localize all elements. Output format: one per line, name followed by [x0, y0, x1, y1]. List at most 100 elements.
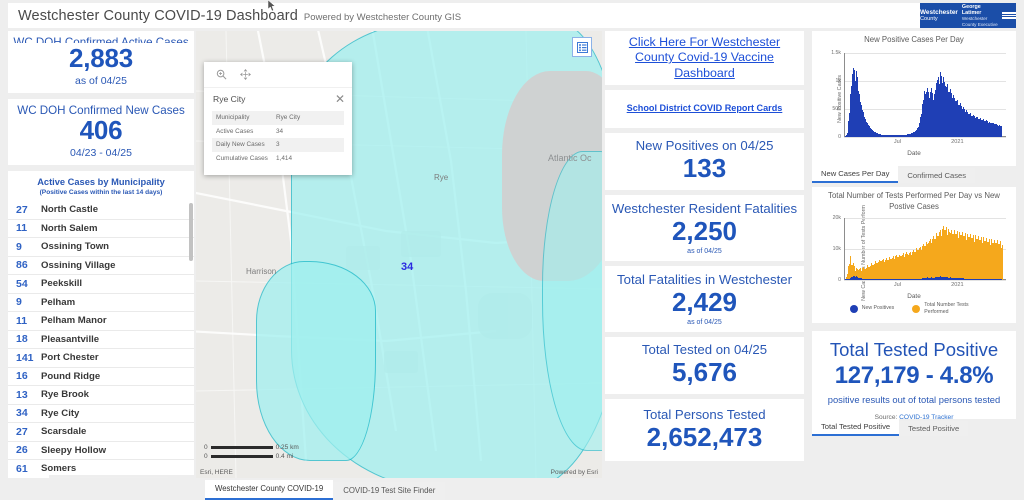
municipality-list-scrollbar[interactable] — [189, 203, 193, 261]
municipality-name: Ossining Town — [41, 241, 110, 253]
tab-confirmed-cases[interactable]: Confirmed Cases — [898, 168, 976, 183]
municipality-name: Pelham — [41, 296, 76, 308]
municipality-row[interactable]: 13 Rye Brook — [8, 386, 194, 405]
legend-item[interactable]: New Positives — [849, 302, 895, 315]
popup-attribute-key: Active Cases — [216, 127, 254, 135]
kpi-new-cases: WC DOH Confirmed New Cases 406 04/23 - 0… — [8, 99, 194, 165]
y-axis-tick: 1k — [835, 77, 841, 84]
municipality-row[interactable]: 27 Scarsdale — [8, 423, 194, 442]
municipality-name: Port Chester — [41, 352, 99, 364]
municipality-name: Rye Brook — [41, 389, 89, 401]
kpi-active-cases-value: 2,883 — [68, 43, 134, 74]
close-icon[interactable]: ✕ — [335, 93, 345, 105]
scale-km: 0.25 km — [275, 444, 299, 451]
municipality-row[interactable]: 27 North Castle — [8, 201, 194, 220]
map-label-atlantic-ocean: Atlantic Oc — [548, 153, 592, 163]
tab-westchester-county-covid-19[interactable]: Westchester County COVID-19 — [205, 480, 334, 500]
chart2-xlabel: Date — [907, 293, 921, 301]
kpi-active-cases: WC DOH Confirmed Active Cases 2,883 as o… — [8, 31, 194, 93]
municipality-row[interactable]: 26 Sleepy Hollow — [8, 442, 194, 460]
municipality-row[interactable]: 9 Pelham — [8, 294, 194, 312]
tab-tested-positive[interactable]: Tested Positive — [899, 421, 969, 436]
mouse-cursor-icon — [268, 0, 276, 11]
municipality-count: 34 — [16, 407, 28, 420]
map-municipality-polygon-secondary[interactable] — [256, 261, 376, 461]
municipality-row[interactable]: 9 Ossining Town — [8, 238, 194, 257]
map-tab-strip: Westchester County COVID-19 COVID-19 Test… — [205, 480, 446, 500]
municipality-name: Peekskill — [41, 278, 83, 290]
municipality-count: 86 — [16, 259, 28, 272]
municipality-row[interactable]: 34 Rye City — [8, 405, 194, 423]
popup-attribute-value: Rye City — [276, 114, 301, 122]
municipality-row[interactable]: 16 Pound Ridge — [8, 368, 194, 386]
tab-total-tested-positive[interactable]: Total Tested Positive — [812, 419, 900, 436]
popup-attribute-row: Cumulative Cases 1,414 — [212, 152, 344, 166]
kpi-total-persons-tested-title: Total Persons Tested — [643, 406, 766, 422]
kpi-active-cases-title: WC DOH Confirmed Active Cases — [13, 36, 189, 44]
covid-tracker-link[interactable]: COVID-19 Tracker — [899, 414, 953, 421]
kpi-total-fatalities-title: Total Fatalities in Westchester — [617, 271, 792, 287]
chart-tests-vs-positives: Total Number of Tests Performed Per Day … — [812, 187, 1016, 323]
map-label-harrison: Harrison — [246, 267, 277, 276]
bottom-tab-bar: Westchester County COVID-19 COVID-19 Test… — [0, 478, 1024, 500]
kpi-resident-fatalities-value: 2,250 — [671, 215, 738, 246]
tab-covid-19-test-site-finder[interactable]: COVID-19 Test Site Finder — [333, 482, 446, 500]
municipality-name: Somers — [41, 463, 77, 475]
zoom-to-icon[interactable] — [216, 69, 227, 80]
municipality-count: 9 — [16, 240, 22, 253]
map-canvas[interactable]: Rye Harrison Atlantic Oc 34 Rye City ✕ M… — [196, 31, 602, 478]
chart1-title: New Positive Cases Per Day — [864, 35, 964, 44]
municipality-list[interactable]: 27 North Castle 11 North Salem 9 Ossining Tow… — [8, 201, 194, 475]
right-chart-column: New Positive Cases Per Day New Positive … — [812, 31, 1016, 478]
municipality-count: 16 — [16, 370, 28, 383]
popup-attribute-value: 1,414 — [276, 154, 292, 162]
logo-bars-icon — [1002, 11, 1016, 20]
municipality-row[interactable]: 18 Pleasantville — [8, 331, 194, 349]
municipality-row[interactable]: 141 Port Chester — [8, 349, 194, 368]
kpi-resident-fatalities-title: Westchester Resident Fatalities — [611, 200, 798, 216]
municipality-count: 27 — [16, 203, 28, 216]
municipality-row[interactable]: 54 Peekskill — [8, 275, 194, 294]
vaccine-dashboard-link[interactable]: Click Here For Westchester County Covid-… — [613, 35, 796, 82]
total-tested-positive-note: positive results out of total persons te… — [827, 394, 1001, 405]
legend-item[interactable]: Total Number Tests Performed — [912, 302, 978, 315]
vaccine-dashboard-link-card[interactable]: Click Here For Westchester County Covid-… — [605, 31, 804, 85]
legend-label: New Positives — [861, 305, 895, 312]
tab-new-cases-per-day[interactable]: New Cases Per Day — [812, 166, 899, 183]
center-kpi-column: Click Here For Westchester County Covid-… — [605, 31, 804, 478]
scale-zero-mi: 0 — [204, 453, 208, 460]
x-axis-tick: Jul — [893, 138, 902, 145]
map-value-label: 34 — [401, 261, 414, 273]
x-axis-tick: Jul — [893, 282, 902, 289]
plot2-axes: 0 10k 20k Jul 2021 — [833, 215, 1006, 288]
kpi-total-tested-positive: Total Tested Positive 127,179 - 4.8% pos… — [812, 331, 1016, 421]
y-axis-tick: 1.5k — [831, 49, 841, 56]
map-feature-popup: Rye City ✕ Municipality Rye City Active Ca… — [204, 62, 352, 175]
popup-title: Rye City — [213, 94, 246, 104]
municipality-row[interactable]: 61 Somers — [8, 460, 194, 475]
report-cards-link-card[interactable]: School District COVID Report Cards — [605, 90, 804, 128]
municipality-name: North Salem — [41, 222, 98, 234]
legend-list-icon[interactable] — [572, 37, 592, 57]
scale-mi: 0.4 mi — [275, 453, 294, 460]
municipality-count: 18 — [16, 333, 28, 346]
municipality-count: 141 — [16, 351, 34, 364]
kpi-total-fatalities-sub: as of 04/25 — [687, 319, 722, 327]
x-axis-tick: 2021 — [951, 282, 964, 289]
pan-icon[interactable] — [240, 69, 251, 80]
municipality-row[interactable]: 11 Pelham Manor — [8, 312, 194, 331]
left-sidebar: WC DOH Confirmed Active Cases 2,883 as o… — [8, 31, 194, 495]
popup-header: Rye City ✕ — [204, 88, 352, 109]
municipality-name: Sleepy Hollow — [41, 444, 107, 456]
kpi-new-positives-title: New Positives on 04/25 — [635, 138, 774, 154]
legend-label: Total Number Tests Performed — [924, 302, 969, 315]
school-report-cards-link[interactable]: School District COVID Report Cards — [627, 103, 783, 114]
kpi-resident-fatalities: Westchester Resident Fatalities 2,250 as… — [605, 195, 804, 261]
municipality-row[interactable]: 86 Ossining Village — [8, 257, 194, 275]
y-axis-tick: 10k — [832, 246, 841, 253]
kpi-active-cases-sub: as of 04/25 — [75, 75, 127, 87]
municipality-row[interactable]: 11 North Salem — [8, 220, 194, 238]
popup-attribute-key: Municipality — [216, 114, 250, 122]
kpi-total-fatalities-value: 2,429 — [671, 286, 738, 317]
municipality-name: Pelham Manor — [41, 315, 107, 327]
